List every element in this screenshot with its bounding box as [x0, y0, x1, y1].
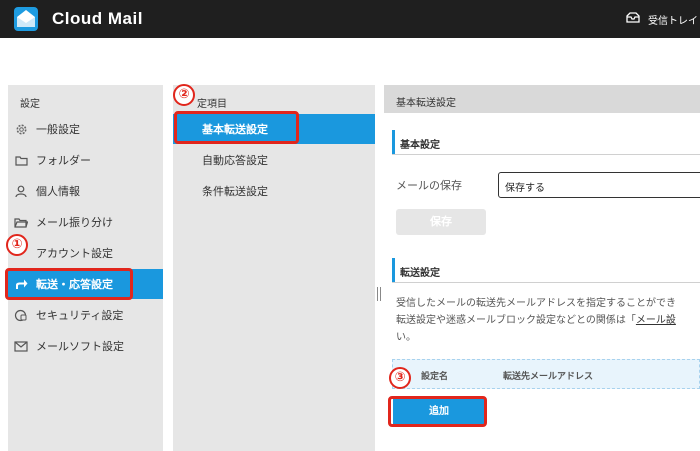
subnav-item-label: 基本転送設定 [202, 123, 268, 136]
inbox-icon [626, 12, 640, 26]
forward-settings-subnav: 定項目 基本転送設定 自動応答設定 条件転送設定 [173, 85, 375, 451]
add-button[interactable]: 追加 [393, 399, 485, 425]
sidebar-item-label: 一般設定 [36, 123, 80, 136]
save-button[interactable]: 保存 [396, 209, 486, 235]
description-line: い。 [396, 332, 416, 343]
settings-heading: 設定 [20, 99, 40, 110]
column-header-setting-name[interactable]: 設定名 [421, 369, 448, 382]
sidebar-item-security[interactable]: セキュリティ設定 [8, 300, 163, 330]
sidebar-item-general[interactable]: 一般設定 [8, 114, 163, 144]
mail-save-label: メールの保存 [396, 179, 462, 192]
mail-icon [14, 339, 28, 353]
security-icon [14, 308, 28, 322]
inbox-link[interactable]: 受信トレイ [626, 0, 700, 38]
step-marker-1: ① [6, 234, 28, 256]
mail-save-select[interactable]: 保存する [498, 172, 700, 198]
sidebar-item-mail-software[interactable]: メールソフト設定 [8, 331, 163, 361]
folder-open-icon [14, 215, 28, 229]
column-header-forward-address[interactable]: 転送先メールアドレス [503, 369, 593, 382]
panel-header: 基本転送設定 [384, 85, 700, 113]
description-line: 転送設定や迷惑メールブロック設定などとの関係は「 [396, 315, 636, 326]
folder-icon [14, 153, 28, 167]
sidebar-item-label: フォルダー [36, 154, 91, 167]
description-line: 受信したメールの転送先メールアドレスを指定することができ [396, 298, 676, 309]
sidebar-item-label: アカウント設定 [36, 247, 113, 260]
sidebar-item-folders[interactable]: フォルダー [8, 145, 163, 175]
inbox-label: 受信トレイ [648, 15, 698, 27]
sidebar-item-mail-filter[interactable]: メール振り分け [8, 207, 163, 237]
sidebar-item-personal-info[interactable]: 個人情報 [8, 176, 163, 206]
subnav-item-basic-forward[interactable]: 基本転送設定 [173, 114, 375, 144]
sidebar-item-label: 個人情報 [36, 185, 80, 198]
description-line-with-link: 転送設定や迷惑メールブロック設定などとの関係は「メール設 [396, 312, 700, 329]
gear-icon [14, 122, 28, 136]
forward-settings-title: 転送設定 [392, 258, 700, 282]
sidebar-item-account[interactable]: アカウント設定 [8, 238, 163, 268]
subnav-item-label: 条件転送設定 [202, 185, 268, 198]
sidebar-item-label: セキュリティ設定 [36, 309, 124, 322]
settings-category-panel: 設定 一般設定 フォルダー 個人情報 メール振り分け アカウント設定 転送・応答… [8, 85, 163, 451]
app-title[interactable]: Cloud Mail [52, 9, 143, 29]
forward-description: 受信したメールの転送先メールアドレスを指定することができ 転送設定や迷惑メールブ… [396, 295, 700, 346]
subnav-item-auto-reply[interactable]: 自動応答設定 [173, 145, 375, 175]
forward-icon [14, 277, 28, 291]
person-icon [14, 184, 28, 198]
sidebar-item-label: メール振り分け [36, 216, 113, 229]
sidebar-item-forward-reply[interactable]: 転送・応答設定 [8, 269, 163, 299]
sidebar-item-label: メールソフト設定 [36, 340, 124, 353]
subnav-item-label: 自動応答設定 [202, 154, 268, 167]
cloud-mail-logo-icon[interactable] [14, 7, 38, 31]
basic-forward-settings-panel: 基本転送設定 基本設定 メールの保存 保存する 保存 転送設定 受信したメールの… [384, 85, 700, 451]
top-bar: Cloud Mail 受信トレイ [0, 0, 700, 38]
step-marker-3: ③ [389, 367, 411, 389]
basic-settings-title: 基本設定 [392, 130, 700, 154]
divider [392, 154, 700, 155]
subnav-item-conditional-forward[interactable]: 条件転送設定 [173, 176, 375, 206]
divider [392, 282, 700, 283]
panel-resize-handle[interactable] [377, 287, 383, 301]
sidebar-item-label: 転送・応答設定 [36, 278, 113, 291]
step-marker-2: ② [173, 84, 195, 106]
mail-settings-link[interactable]: メール設 [636, 315, 676, 326]
forward-table-header: 設定名 転送先メールアドレス [392, 359, 700, 389]
subnav-heading: 定項目 [197, 99, 227, 110]
